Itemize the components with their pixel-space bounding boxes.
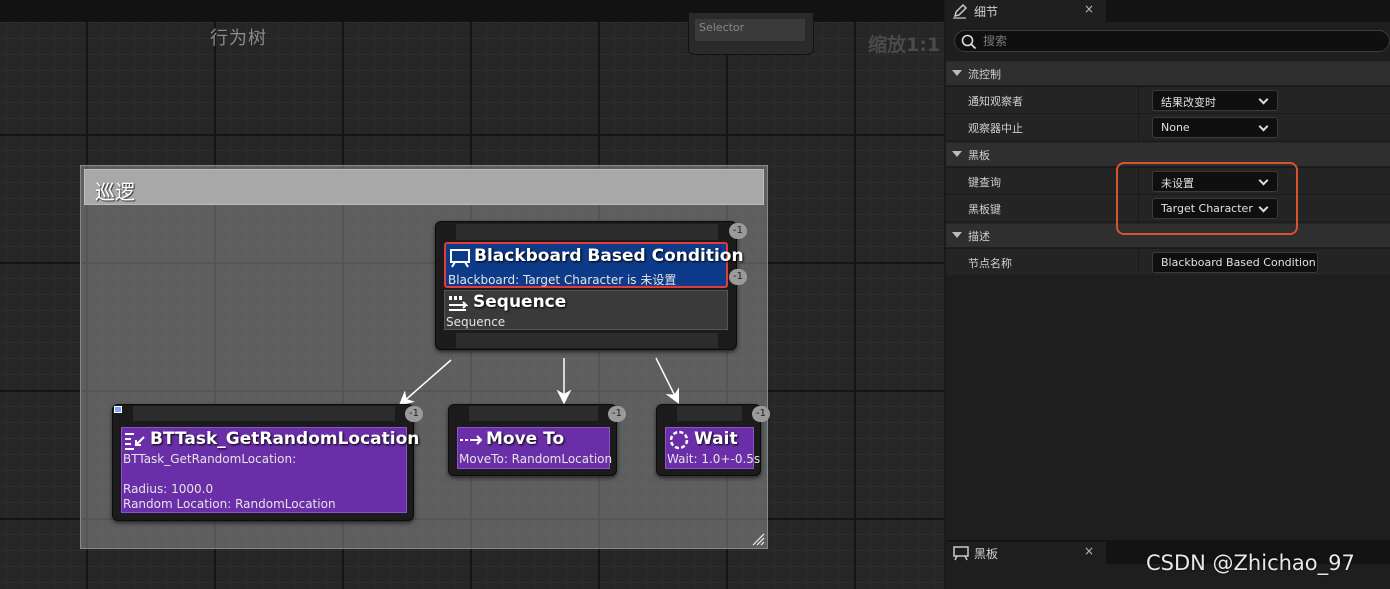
chevron-down-icon — [952, 151, 962, 157]
category-label: 黑板 — [968, 149, 990, 162]
blackboard-icon — [450, 249, 470, 268]
arrow-to-wait — [655, 357, 680, 405]
task-node-getrandomlocation[interactable]: -1 BTTask_GetRandomLocation BTTask_GetRa… — [112, 404, 423, 521]
task-icon — [125, 433, 145, 450]
observer-aborts-dropdown[interactable]: None — [1152, 117, 1278, 138]
column-divider[interactable] — [1138, 114, 1139, 141]
category-flow-control[interactable]: 流控制 — [946, 61, 1390, 85]
details-panel[interactable]: 细节 × 流控制 通知观察者 结果改变时 观察器中止 None 黑板 — [946, 0, 1390, 540]
arrow-to-getrandomlocation — [398, 359, 452, 406]
sequence-node[interactable]: -1 Blackboard Based Condition Blackboard… — [435, 221, 747, 350]
task-input-pin[interactable] — [133, 406, 395, 421]
tab-blackboard[interactable]: 黑板 × — [946, 542, 1106, 564]
task-title: Move To — [486, 429, 565, 449]
execution-index-badge: -1 — [729, 223, 747, 239]
breakpoint-icon — [114, 406, 122, 413]
tab-details-label: 细节 — [974, 5, 999, 19]
task-node-wait[interactable]: -1 Wait Wait: 1.0+-0.5s — [656, 404, 770, 476]
tab-details[interactable]: 细节 × — [946, 0, 1106, 22]
prop-row-node-name: 节点名称 Blackboard Based Condition — [946, 248, 1390, 276]
decorator-title: Blackboard Based Condition — [474, 246, 744, 266]
task-title: BTTask_GetRandomLocation — [150, 429, 420, 449]
category-label: 流控制 — [968, 68, 1001, 81]
decorator-index-badge: -1 — [729, 269, 747, 285]
sequence-title: Sequence — [473, 292, 567, 312]
chevron-down-icon — [952, 232, 962, 238]
column-divider[interactable] — [1138, 249, 1139, 276]
sequence-block[interactable]: Sequence Sequence — [444, 290, 728, 330]
sequence-description: Sequence — [446, 315, 506, 329]
move-to-icon — [460, 435, 483, 445]
chevron-down-icon — [952, 70, 962, 76]
task-body[interactable]: BTTask_GetRandomLocation BTTask_GetRando… — [121, 427, 419, 513]
decorator-description: Blackboard: Target Character is 未设置 — [448, 273, 677, 287]
search-icon — [961, 34, 977, 50]
chevron-down-icon — [1258, 94, 1269, 105]
details-tab-bar: 细节 × — [946, 0, 1390, 22]
decorator-blackboard-condition[interactable]: Blackboard Based Condition Blackboard: T… — [444, 242, 744, 288]
task-input-pin[interactable] — [677, 406, 742, 421]
notify-observer-dropdown[interactable]: 结果改变时 — [1152, 90, 1278, 111]
wait-icon — [669, 430, 689, 450]
prop-row-notify-observer: 通知观察者 结果改变时 — [946, 86, 1390, 114]
blackboard-icon — [953, 546, 969, 561]
behavior-tree-graph[interactable]: 行为树 缩放1:1 Selector 巡逻 -1 Blackboard Base… — [0, 0, 944, 589]
category-label: 描述 — [968, 230, 990, 243]
search-input[interactable] — [983, 33, 1363, 49]
column-divider[interactable] — [1138, 87, 1139, 114]
task-desc-line: Random Location: RandomLocation — [123, 497, 336, 511]
watermark: CSDN @Zhichao_97 — [1146, 551, 1355, 575]
chevron-down-icon — [1258, 121, 1269, 132]
task-desc-line: Radius: 1000.0 — [123, 482, 214, 496]
task-title: Wait — [694, 429, 738, 449]
prop-label: 节点名称 — [968, 257, 1012, 270]
prop-label: 通知观察者 — [968, 95, 1023, 108]
details-search[interactable] — [954, 30, 1390, 52]
task-desc-line: MoveTo: RandomLocation — [459, 452, 613, 466]
task-desc-line: Wait: 1.0+-0.5s — [667, 452, 761, 466]
task-node-moveto[interactable]: -1 Move To MoveTo: RandomLocation — [448, 404, 626, 476]
execution-index-badge: -1 — [752, 406, 770, 422]
tab-blackboard-label: 黑板 — [974, 547, 999, 561]
dropdown-value: 结果改变时 — [1161, 96, 1216, 109]
dropdown-value: None — [1161, 121, 1190, 134]
execution-index-badge: -1 — [608, 406, 626, 422]
highlight-annotation — [1116, 162, 1298, 235]
sequence-icon — [449, 296, 469, 311]
task-input-pin[interactable] — [469, 406, 598, 421]
sequence-input-pin[interactable] — [456, 224, 718, 240]
prop-label: 黑板键 — [968, 203, 1001, 216]
prop-row-observer-aborts: 观察器中止 None — [946, 113, 1390, 141]
close-icon[interactable]: × — [1084, 544, 1094, 558]
execution-index-badge: -1 — [405, 406, 423, 422]
task-body[interactable]: Move To MoveTo: RandomLocation — [457, 427, 613, 469]
prop-label: 观察器中止 — [968, 122, 1023, 135]
close-icon[interactable]: × — [1084, 2, 1094, 16]
prop-label: 键查询 — [968, 176, 1001, 189]
pencil-icon — [953, 3, 968, 19]
node-name-field[interactable]: Blackboard Based Condition — [1152, 252, 1318, 273]
task-desc-line: BTTask_GetRandomLocation: — [123, 452, 297, 466]
sequence-output-pin[interactable] — [456, 333, 718, 348]
task-body[interactable]: Wait Wait: 1.0+-0.5s — [665, 427, 760, 469]
